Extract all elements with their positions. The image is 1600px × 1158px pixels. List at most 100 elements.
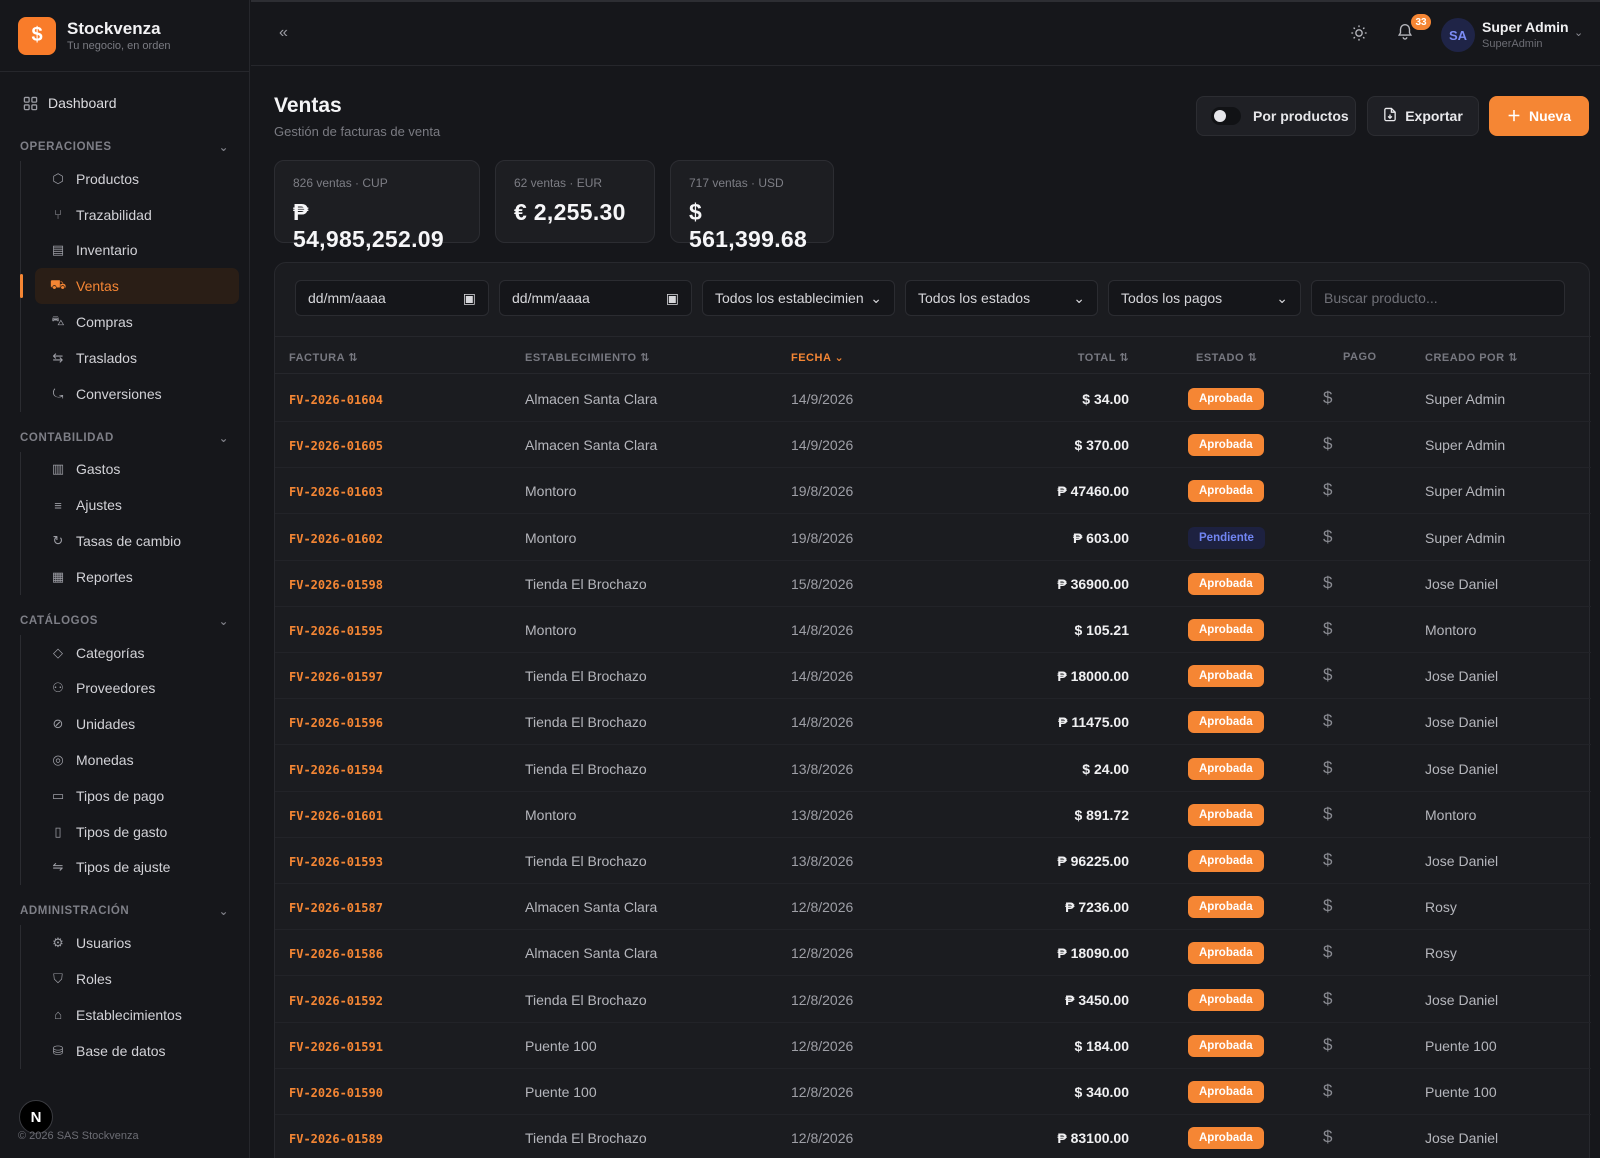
invoice-link[interactable]: FV-2026-01594 — [289, 763, 383, 777]
sidebar-item-dashboard[interactable]: Dashboard — [12, 85, 237, 121]
establishment-select[interactable]: Todos los establecimien ⌄ — [702, 280, 895, 316]
column-header-factura[interactable]: FACTURA ⇅ — [289, 351, 358, 364]
next-badge[interactable]: N — [19, 1100, 53, 1134]
table-row[interactable]: FV-2026-01586 Almacen Santa Clara 12/8/202… — [275, 929, 1591, 977]
sidebar-item-productos[interactable]: ⬡ Productos — [35, 161, 239, 197]
section-header-2[interactable]: CATÁLOGOS ⌄ — [0, 611, 249, 631]
sidebar-item-traslados[interactable]: ⇆ Traslados — [35, 340, 239, 376]
invoice-link[interactable]: FV-2026-01603 — [289, 485, 383, 499]
export-button[interactable]: Exportar — [1367, 96, 1479, 136]
sidebar-item-usuarios[interactable]: ⚙ Usuarios — [35, 925, 239, 961]
section-header-1[interactable]: CONTABILIDAD ⌄ — [0, 428, 249, 448]
section-header-3[interactable]: ADMINISTRACIÓN ⌄ — [0, 901, 249, 921]
sidebar-item-base-de-datos[interactable]: ⛁ Base de datos — [35, 1033, 239, 1069]
establishment-cell: Tienda El Brochazo — [525, 714, 647, 731]
card-label: 826 ventas · CUP — [293, 176, 388, 190]
table-row[interactable]: FV-2026-01604 Almacen Santa Clara 14/9/202… — [275, 375, 1591, 422]
section-header-0[interactable]: OPERACIONES ⌄ — [0, 137, 249, 157]
dollar-icon: $ — [18, 16, 56, 55]
avatar[interactable]: SA — [1441, 18, 1475, 52]
by-products-toggle[interactable]: Por productos — [1196, 96, 1356, 136]
sidebar-item-categor-as[interactable]: ◇ Categorías — [35, 635, 239, 671]
invoice-link[interactable]: FV-2026-01590 — [289, 1086, 383, 1100]
payment-select[interactable]: Todos los pagos ⌄ — [1108, 280, 1301, 316]
invoice-link[interactable]: FV-2026-01601 — [289, 809, 383, 823]
table-row[interactable]: FV-2026-01594 Tienda El Brochazo 13/8/2026… — [275, 745, 1591, 792]
sidebar-item-roles[interactable]: ⛉ Roles — [35, 961, 239, 997]
brand[interactable]: $ Stockvenza Tu negocio, en orden — [0, 0, 249, 72]
table-row[interactable]: FV-2026-01591 Puente 100 12/8/2026 $ 184.00… — [275, 1022, 1591, 1069]
created-by-cell: Super Admin — [1425, 483, 1506, 500]
table-row[interactable]: FV-2026-01589 Tienda El Brochazo 12/8/2026… — [275, 1114, 1591, 1158]
sidebar-item-tipos-de-gasto[interactable]: ▯ Tipos de gasto — [35, 814, 239, 850]
invoice-link[interactable]: FV-2026-01592 — [289, 994, 383, 1008]
chevron-down-icon[interactable]: ⌄ — [219, 431, 229, 445]
calendar-icon[interactable]: ▣ — [463, 290, 476, 307]
sidebar-item-conversiones[interactable]: ⤿ Conversiones — [35, 376, 239, 412]
invoice-link[interactable]: FV-2026-01587 — [289, 901, 383, 915]
total-cell: ₱ 96225.00 — [1057, 853, 1129, 869]
sidebar-item-inventario[interactable]: ▤ Inventario — [35, 233, 239, 269]
date-from-input[interactable]: dd/mm/aaaa ▣ — [295, 280, 489, 316]
establishment-cell: Tienda El Brochazo — [525, 575, 647, 592]
collapse-sidebar-icon[interactable]: « — [279, 24, 288, 42]
invoice-link[interactable]: FV-2026-01604 — [289, 393, 383, 407]
invoice-link[interactable]: FV-2026-01589 — [289, 1132, 383, 1146]
sidebar-item-establecimientos[interactable]: ⌂ Establecimientos — [35, 997, 239, 1033]
chevron-down-icon[interactable]: ⌄ — [219, 614, 229, 628]
sidebar-item-ventas[interactable]: ⛟ Ventas — [20, 268, 239, 305]
table-row[interactable]: FV-2026-01598 Tienda El Brochazo 15/8/2026… — [275, 560, 1591, 607]
sidebar-item-monedas[interactable]: ◎ Monedas — [35, 742, 239, 778]
sidebar-item-gastos[interactable]: ▥ Gastos — [35, 452, 239, 488]
table-row[interactable]: FV-2026-01593 Tienda El Brochazo 13/8/2026… — [275, 837, 1591, 884]
table-row[interactable]: FV-2026-01592 Tienda El Brochazo 12/8/2026… — [275, 976, 1591, 1023]
invoice-link[interactable]: FV-2026-01605 — [289, 439, 383, 453]
table-row[interactable]: FV-2026-01603 Montoro 19/8/2026 ₱ 47460.00 A… — [275, 467, 1591, 515]
date-cell: 14/8/2026 — [791, 714, 854, 731]
table-row[interactable]: FV-2026-01605 Almacen Santa Clara 14/9/202… — [275, 421, 1591, 469]
invoice-link[interactable]: FV-2026-01586 — [289, 947, 383, 961]
search-product-input[interactable]: Buscar producto... — [1311, 280, 1565, 316]
theme-toggle-sun-icon[interactable] — [1350, 24, 1368, 47]
sidebar-item-reportes[interactable]: ▦ Reportes — [35, 559, 239, 595]
column-header-total[interactable]: TOTAL ⇅ — [1078, 351, 1129, 364]
sidebar-item-unidades[interactable]: ⊘ Unidades — [35, 706, 239, 742]
sidebar-item-tipos-de-ajuste[interactable]: ⇋ Tipos de ajuste — [35, 850, 239, 886]
invoice-link[interactable]: FV-2026-01595 — [289, 624, 383, 638]
toggle-switch[interactable] — [1211, 107, 1241, 125]
new-sale-button[interactable]: ＋ Nueva — [1489, 96, 1589, 136]
card-value: € 2,255.30 — [514, 199, 626, 225]
column-header-estado[interactable]: ESTADO ⇅ — [1196, 351, 1257, 364]
invoice-link[interactable]: FV-2026-01591 — [289, 1040, 383, 1054]
chevron-down-icon[interactable]: ⌄ — [219, 140, 229, 154]
sidebar-item-proveedores[interactable]: ⚇ Proveedores — [35, 671, 239, 707]
table-row[interactable]: FV-2026-01590 Puente 100 12/8/2026 $ 340.00… — [275, 1068, 1591, 1115]
invoice-link[interactable]: FV-2026-01602 — [289, 532, 383, 546]
sidebar-item-ajustes[interactable]: ≡ Ajustes — [35, 487, 239, 523]
status-select[interactable]: Todos los estados ⌄ — [905, 280, 1098, 316]
table-row[interactable]: FV-2026-01587 Almacen Santa Clara 12/8/202… — [275, 883, 1591, 931]
sidebar-item-trazabilidad[interactable]: ⑂ Trazabilidad — [35, 197, 239, 233]
sidebar-item-tasas-de-cambio[interactable]: ↻ Tasas de cambio — [35, 523, 239, 559]
chevron-down-icon[interactable]: ⌄ — [219, 904, 229, 918]
calendar-icon[interactable]: ▣ — [666, 290, 679, 307]
invoice-link[interactable]: FV-2026-01593 — [289, 855, 383, 869]
column-header-establecimiento[interactable]: ESTABLECIMIENTO ⇅ — [525, 351, 650, 364]
invoice-link[interactable]: FV-2026-01598 — [289, 578, 383, 592]
column-header-fecha[interactable]: FECHA ⌄ — [791, 351, 844, 364]
sidebar-item-tipos-de-pago[interactable]: ▭ Tipos de pago — [35, 778, 239, 814]
table-row[interactable]: FV-2026-01596 Tienda El Brochazo 14/8/2026… — [275, 698, 1591, 746]
date-to-input[interactable]: dd/mm/aaaa ▣ — [499, 280, 692, 316]
invoice-link[interactable]: FV-2026-01597 — [289, 670, 383, 684]
sidebar: $ Stockvenza Tu negocio, en orden Dashbo… — [0, 0, 250, 1158]
sidebar-item-compras[interactable]: ⛍ Compras — [35, 304, 239, 340]
user-name[interactable]: Super Admin — [1482, 19, 1569, 35]
table-row[interactable]: FV-2026-01601 Montoro 13/8/2026 $ 891.72 Apr… — [275, 791, 1591, 838]
table-row[interactable]: FV-2026-01602 Montoro 19/8/2026 ₱ 603.00 Pen… — [275, 514, 1591, 561]
invoice-link[interactable]: FV-2026-01596 — [289, 716, 383, 730]
table-row[interactable]: FV-2026-01597 Tienda El Brochazo 14/8/2026… — [275, 652, 1591, 700]
section-items: ⚙ Usuarios ⛉ Roles ⌂ Establecimientos ⛁ Base de… — [20, 925, 239, 1069]
chevron-down-icon[interactable]: ⌄ — [1574, 26, 1583, 39]
column-header-creado[interactable]: CREADO POR ⇅ — [1425, 351, 1518, 364]
table-row[interactable]: FV-2026-01595 Montoro 14/8/2026 $ 105.21 Apr… — [275, 606, 1591, 653]
